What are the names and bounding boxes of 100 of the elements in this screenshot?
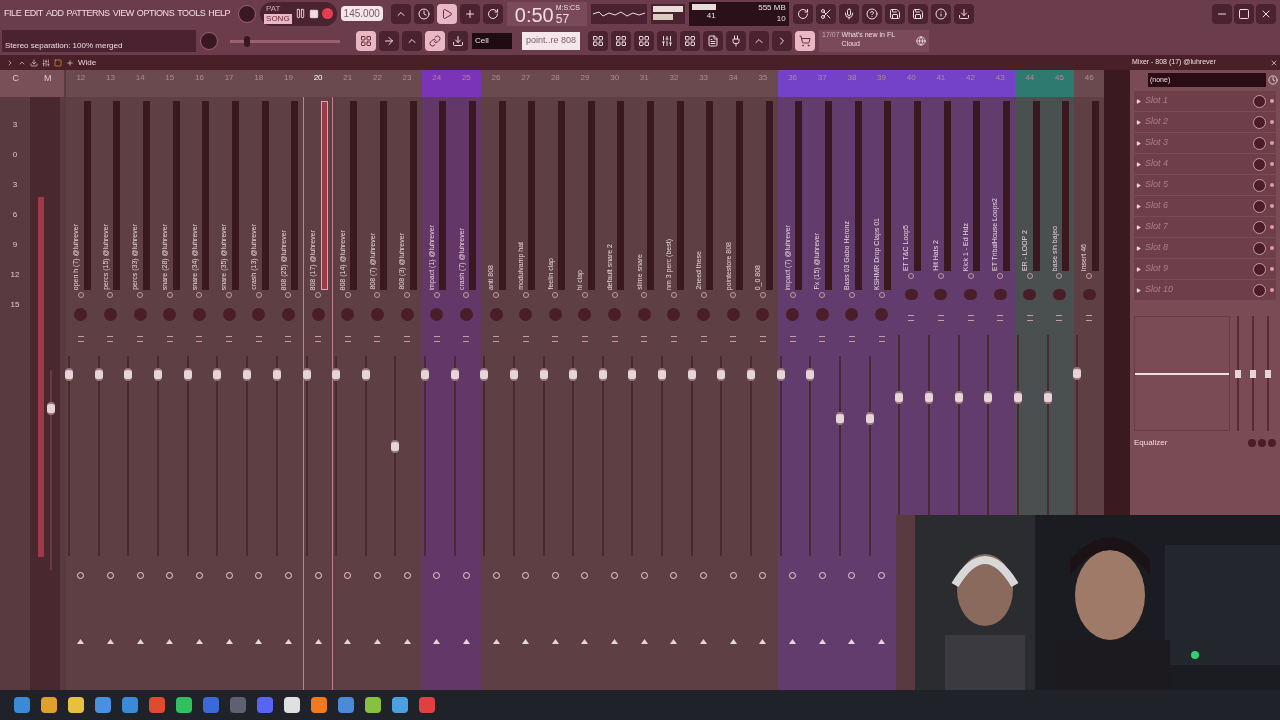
arrow-button[interactable] bbox=[379, 31, 399, 51]
help-button[interactable] bbox=[861, 3, 882, 24]
eq-band-handle[interactable] bbox=[1250, 369, 1256, 378]
stereo-controls-icon[interactable] bbox=[670, 336, 677, 342]
preset-label[interactable]: Wide bbox=[78, 56, 97, 69]
route-arrow-icon[interactable] bbox=[403, 639, 411, 644]
route-arrow-icon[interactable] bbox=[729, 639, 737, 644]
pause-icon[interactable] bbox=[294, 8, 306, 19]
fader-handle[interactable] bbox=[1014, 391, 1022, 404]
link-button[interactable] bbox=[425, 31, 445, 51]
cart-button[interactable] bbox=[795, 31, 816, 51]
stereo-controls-icon[interactable] bbox=[77, 336, 84, 342]
fader-handle[interactable] bbox=[836, 412, 845, 425]
scrollbar-track[interactable] bbox=[1104, 70, 1130, 515]
stereo-controls-icon[interactable] bbox=[463, 336, 470, 342]
file-button[interactable] bbox=[703, 31, 724, 51]
mix-knob[interactable] bbox=[1253, 178, 1266, 192]
download-button[interactable] bbox=[953, 3, 974, 24]
stereo-controls-icon[interactable] bbox=[433, 336, 440, 342]
fader-handle[interactable] bbox=[628, 368, 637, 381]
route-arrow-icon[interactable] bbox=[255, 639, 263, 644]
fader-handle[interactable] bbox=[391, 440, 400, 453]
stereo-controls-icon[interactable] bbox=[819, 336, 826, 342]
stereo-controls-icon[interactable] bbox=[611, 336, 618, 342]
route-arrow-icon[interactable] bbox=[492, 639, 500, 644]
slot-led[interactable] bbox=[1270, 204, 1274, 208]
route-arrow-icon[interactable] bbox=[166, 639, 174, 644]
insert-number[interactable]: 20 bbox=[303, 70, 333, 97]
route-arrow-icon[interactable] bbox=[433, 639, 441, 644]
snap-dropdown[interactable]: Cell bbox=[472, 33, 512, 49]
fader-handle[interactable] bbox=[865, 412, 874, 425]
fader-handle[interactable] bbox=[153, 368, 162, 381]
mix-knob[interactable] bbox=[1253, 157, 1266, 171]
fader-handle[interactable] bbox=[420, 368, 429, 381]
fader-handle[interactable] bbox=[1073, 367, 1082, 380]
stereo-controls-icon[interactable] bbox=[255, 336, 262, 342]
eq-band-handle[interactable] bbox=[1265, 369, 1272, 378]
route-arrow-icon[interactable] bbox=[759, 639, 767, 644]
microphone-button[interactable] bbox=[838, 3, 859, 24]
tempo-field[interactable]: 145.000 bbox=[340, 6, 383, 21]
fader-handle[interactable] bbox=[47, 402, 55, 415]
fader-handle[interactable] bbox=[242, 368, 251, 381]
menu-item[interactable]: EDIT bbox=[24, 6, 43, 21]
fader-handle[interactable] bbox=[1043, 391, 1052, 404]
fader-handle[interactable] bbox=[925, 391, 934, 404]
menu-item[interactable]: PATTERNS bbox=[66, 6, 110, 21]
stereo-controls-icon[interactable] bbox=[137, 336, 144, 342]
route-arrow-icon[interactable] bbox=[551, 639, 559, 644]
loop-button[interactable] bbox=[482, 3, 503, 24]
fader-handle[interactable] bbox=[806, 368, 815, 381]
stereo-controls-icon[interactable] bbox=[582, 336, 588, 342]
route-arrow-icon[interactable] bbox=[136, 639, 144, 644]
fader-handle[interactable] bbox=[747, 368, 756, 381]
stereo-controls-icon[interactable] bbox=[967, 315, 974, 321]
fader-handle[interactable] bbox=[569, 368, 578, 381]
cut-button[interactable] bbox=[815, 3, 836, 24]
mixer-button[interactable] bbox=[657, 31, 678, 51]
fader-handle[interactable] bbox=[213, 368, 222, 381]
stereo-controls-icon[interactable] bbox=[166, 336, 173, 342]
menu-item[interactable]: ADD bbox=[45, 6, 64, 21]
minimize-button[interactable] bbox=[1212, 3, 1232, 24]
fader-handle[interactable] bbox=[954, 391, 963, 404]
route-arrow-icon[interactable] bbox=[314, 639, 322, 644]
stereo-controls-icon[interactable] bbox=[937, 315, 944, 321]
stereo-controls-icon[interactable] bbox=[878, 336, 885, 342]
stereo-controls-icon[interactable] bbox=[315, 336, 322, 342]
mix-knob[interactable] bbox=[1253, 241, 1266, 255]
route-arrow-icon[interactable] bbox=[818, 639, 826, 644]
mode-toggle[interactable]: SONG bbox=[264, 13, 292, 24]
route-arrow-icon[interactable] bbox=[225, 639, 233, 644]
stereo-controls-icon[interactable] bbox=[1086, 315, 1093, 321]
route-arrow-icon[interactable] bbox=[640, 639, 648, 644]
close-icon[interactable] bbox=[1270, 58, 1278, 67]
maximize-button[interactable] bbox=[1234, 3, 1254, 24]
route-arrow-icon[interactable] bbox=[700, 639, 708, 644]
mode-toggle[interactable]: PAT bbox=[264, 3, 292, 14]
stereo-controls-icon[interactable] bbox=[196, 336, 203, 342]
slot-led[interactable] bbox=[1270, 141, 1274, 145]
slot-led[interactable] bbox=[1270, 99, 1274, 103]
route-arrow-icon[interactable] bbox=[670, 639, 678, 644]
fader-handle[interactable] bbox=[509, 368, 518, 381]
menu-item[interactable]: VIEW bbox=[112, 6, 134, 21]
route-arrow-icon[interactable] bbox=[611, 639, 619, 644]
fader-handle[interactable] bbox=[984, 391, 993, 404]
fader-handle[interactable] bbox=[598, 368, 607, 381]
route-arrow-icon[interactable] bbox=[284, 639, 292, 644]
route-arrow-icon[interactable] bbox=[107, 639, 114, 644]
route-arrow-icon[interactable] bbox=[373, 639, 381, 644]
menu-item[interactable]: OPTIONS bbox=[136, 6, 175, 21]
slot-led[interactable] bbox=[1270, 267, 1274, 271]
stereo-controls-icon[interactable] bbox=[641, 336, 648, 342]
slot-led[interactable] bbox=[1270, 120, 1274, 124]
clock-icon[interactable] bbox=[1268, 75, 1278, 85]
stereo-controls-icon[interactable] bbox=[700, 336, 707, 342]
stereo-controls-icon[interactable] bbox=[789, 336, 796, 342]
fader-handle[interactable] bbox=[183, 368, 192, 381]
stop-icon[interactable] bbox=[308, 8, 319, 19]
fader-handle[interactable] bbox=[480, 368, 489, 381]
pattern-selector[interactable]: point..re 808 bbox=[522, 32, 581, 50]
frame-icon[interactable] bbox=[54, 58, 62, 67]
